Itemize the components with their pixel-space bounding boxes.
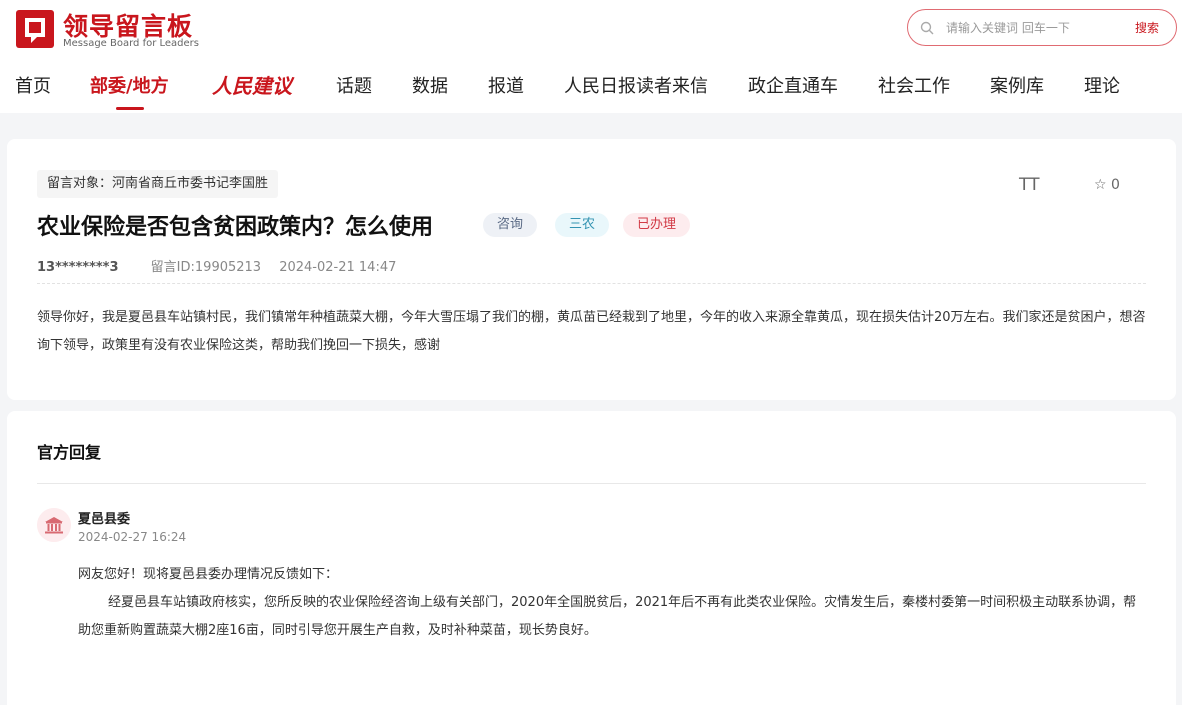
nav-item-reports[interactable]: 报道: [488, 72, 524, 98]
site-header: 领导留言板 Message Board for Leaders 搜索 首页 部委…: [0, 0, 1182, 113]
reply-divider: [37, 483, 1146, 484]
nav-item-social-work[interactable]: 社会工作: [878, 72, 950, 98]
message-user: 13********3: [37, 260, 119, 275]
message-datetime: 2024-02-21 14:47: [279, 260, 397, 275]
message-card: 留言对象：河南省商丘市委书记李国胜 TT ☆ 0 农业保险是否包含贫困政策内？怎…: [7, 139, 1176, 400]
font-size-icon[interactable]: TT: [1019, 175, 1039, 195]
nav-item-theory[interactable]: 理论: [1084, 72, 1120, 98]
badge-status: 已办理: [623, 213, 691, 237]
search-box: 搜索: [907, 9, 1177, 46]
nav-item-home[interactable]: 首页: [15, 72, 51, 98]
reply-body: 经夏邑县车站镇政府核实，您所反映的农业保险经咨询上级有关部门，2020年全国脱贫…: [78, 595, 1137, 638]
nav-item-case-library[interactable]: 案例库: [990, 72, 1044, 98]
reply-heading: 官方回复: [37, 443, 102, 462]
message-title: 农业保险是否包含贫困政策内？怎么使用: [37, 215, 434, 240]
message-target: 留言对象：河南省商丘市委书记李国胜: [37, 170, 279, 198]
star-icon: ☆: [1094, 177, 1107, 193]
nav-item-readers-letters[interactable]: 人民日报读者来信: [564, 72, 708, 98]
search-icon: [920, 21, 934, 35]
reply-org-name: 夏邑县委: [78, 512, 131, 527]
message-meta: 13********3 留言ID:19905213 2024-02-21 14:…: [37, 256, 396, 275]
nav-item-data[interactable]: 数据: [412, 72, 448, 98]
message-divider: [37, 283, 1146, 284]
nav-item-enterprise-express[interactable]: 政企直通车: [748, 72, 838, 98]
badge-type: 咨询: [483, 213, 538, 237]
message-id: 留言ID:19905213: [150, 260, 262, 275]
nav-item-topics[interactable]: 话题: [336, 72, 372, 98]
message-content: 领导你好，我是夏邑县车站镇村民，我们镇常年种植蔬菜大棚，今年大雪压塌了我们的棚，…: [37, 310, 1146, 353]
favorite-count: 0: [1111, 177, 1120, 193]
search-input[interactable]: [946, 18, 1126, 38]
reply-content: 网友您好！现将夏邑县委办理情况反馈如下： 经夏邑县车站镇政府核实，您所反映的农业…: [78, 561, 1148, 645]
search-button[interactable]: 搜索: [1135, 19, 1159, 36]
nav-active-indicator: [116, 107, 144, 110]
nav-item-people-suggestions[interactable]: 人民建议: [212, 70, 292, 99]
government-building-icon: [37, 508, 71, 542]
site-logo[interactable]: 领导留言板 Message Board for Leaders: [16, 7, 206, 51]
reply-card: 官方回复 夏邑县委 2024-02-27 16:24 网友您好！现将夏邑县委办理…: [7, 411, 1176, 705]
reply-greeting: 网友您好！现将夏邑县委办理情况反馈如下：: [78, 567, 339, 582]
main-nav: 首页 部委/地方 人民建议 话题 数据 报道 人民日报读者来信 政企直通车 社会…: [0, 72, 1182, 112]
logo-mark-icon: [16, 10, 54, 48]
badge-category: 三农: [555, 213, 610, 237]
logo-subtitle: Message Board for Leaders: [63, 38, 200, 49]
reply-time: 2024-02-27 16:24: [78, 530, 187, 544]
nav-item-ministries-local[interactable]: 部委/地方: [90, 72, 169, 98]
favorite-button[interactable]: ☆ 0: [1094, 177, 1120, 193]
